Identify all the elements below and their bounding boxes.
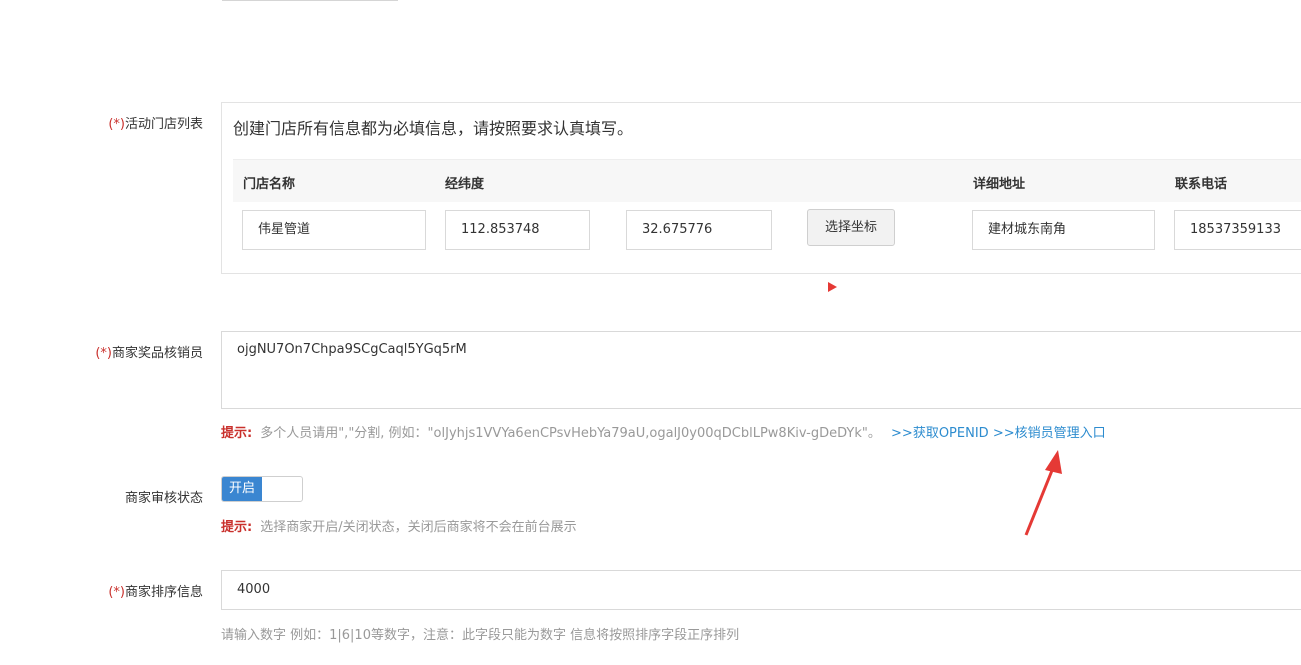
audit-status-toggle[interactable]: 开启	[221, 476, 303, 502]
verifier-manage-link[interactable]: >>核销员管理入口	[993, 426, 1106, 441]
verifier-hint: 提示: 多个人员请用","分割, 例如："olJyhjs1VVYa6enCPsvH…	[221, 422, 1106, 441]
sort-input[interactable]: 4000	[221, 570, 1301, 610]
collapse-triangle-icon[interactable]	[828, 282, 837, 292]
verifier-hint-text: 多个人员请用","分割, 例如："olJyhjs1VVYa6enCPsvHebY…	[260, 426, 881, 441]
phone-input[interactable]: 18537359133	[1174, 210, 1301, 250]
store-list-panel: 创建门店所有信息都为必填信息，请按照要求认真填写。 门店名称 经纬度 详细地址 …	[221, 102, 1301, 274]
store-list-label-text: 活动门店列表	[124, 117, 203, 132]
required-mark: (*)	[108, 117, 125, 132]
column-header-coords: 经纬度	[445, 177, 485, 192]
audit-label: 商家审核状态	[124, 491, 203, 506]
audit-hint-text: 选择商家开启/关闭状态，关闭后商家将不会在前台展示	[260, 520, 577, 535]
column-header-address: 详细地址	[973, 177, 1026, 192]
longitude-input[interactable]: 112.853748	[445, 210, 590, 250]
store-list-notice: 创建门店所有信息都为必填信息，请按照要求认真填写。	[233, 119, 634, 138]
sort-label: (*)商家排序信息	[108, 581, 203, 600]
store-name-input[interactable]: 伟星管道	[242, 210, 426, 250]
store-table-header: 门店名称 经纬度 详细地址 联系电话	[233, 159, 1301, 202]
previous-field-border	[222, 0, 398, 1]
annotation-arrow-icon	[1024, 450, 1062, 536]
pick-coordinate-button[interactable]: 选择坐标	[807, 209, 895, 246]
column-header-name: 门店名称	[243, 177, 296, 192]
sort-label-text: 商家排序信息	[124, 585, 203, 600]
hint-label: 提示:	[221, 426, 253, 441]
column-header-phone: 联系电话	[1175, 177, 1228, 192]
store-list-label: (*)活动门店列表	[108, 113, 203, 132]
verifier-label: (*)商家奖品核销员	[95, 342, 203, 361]
required-mark: (*)	[108, 585, 125, 600]
audit-hint: 提示: 选择商家开启/关闭状态，关闭后商家将不会在前台展示	[221, 516, 577, 535]
sort-hint: 请输入数字 例如：1|6|10等数字，注意：此字段只能为数字 信息将按照排序字段…	[221, 628, 740, 643]
hint-label: 提示:	[221, 520, 253, 535]
get-openid-link[interactable]: >>获取OPENID	[891, 426, 989, 441]
audit-toggle-on: 开启	[222, 477, 262, 501]
address-input[interactable]: 建材城东南角	[972, 210, 1155, 250]
verifier-textarea[interactable]: ojgNU7On7Chpa9SCgCaql5YGq5rM	[221, 331, 1301, 409]
required-mark: (*)	[95, 346, 112, 361]
verifier-label-text: 商家奖品核销员	[111, 346, 203, 361]
latitude-input[interactable]: 32.675776	[626, 210, 772, 250]
